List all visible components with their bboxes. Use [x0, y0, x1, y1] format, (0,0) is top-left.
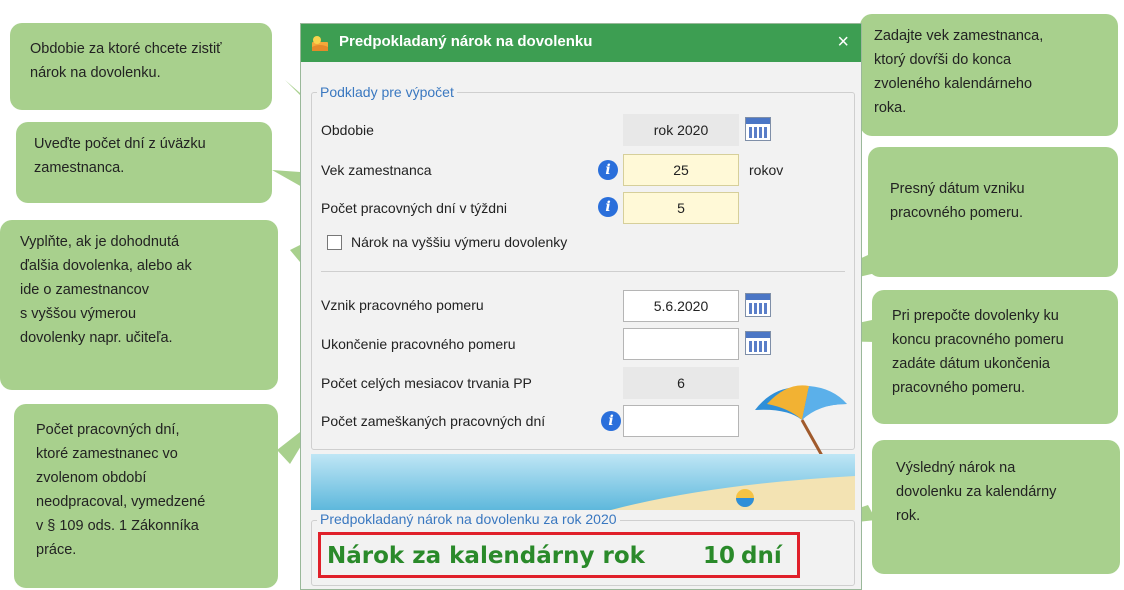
age-input[interactable]: 25 [623, 154, 739, 186]
callout-age-line: Zadajte vek zamestnanca, [874, 28, 1044, 44]
start-date-input[interactable]: 5.6.2020 [623, 290, 739, 322]
result-box: Nárok za kalendárny rok 10 dní [318, 532, 800, 578]
callout-age: Zadajte vek zamestnanca, ktorý dovŕši do… [860, 14, 1118, 136]
callout-higher-line: dovolenky napr. učiteľa. [20, 330, 173, 346]
callout-higher-line: s vyššou výmerou [20, 306, 137, 322]
callout-result-line: Výsledný nárok na [896, 460, 1016, 476]
callout-result-line: rok. [896, 508, 921, 524]
callout-missed-days: Počet pracovných dní, ktoré zamestnanec … [14, 404, 278, 588]
workdays-label: Počet pracovných dní v týždni [321, 200, 507, 216]
result-value: 10 [703, 543, 736, 569]
period-calendar-icon[interactable] [745, 117, 771, 141]
callout-missed-line: práce. [36, 542, 77, 558]
age-unit-label: rokov [749, 162, 784, 178]
result-group-legend: Predpokladaný nárok na dovolenku za rok … [317, 511, 620, 527]
callout-result: Výsledný nárok na dovolenku za kalendárn… [872, 440, 1120, 574]
vacation-dialog: Predpokladaný nárok na dovolenku × Podkl… [300, 23, 862, 590]
callout-missed-line: v § 109 ods. 1 Zákonníka [36, 518, 199, 534]
callout-end-line: koncu pracovného pomeru [892, 332, 1064, 348]
months-field: 6 [623, 367, 739, 399]
age-label: Vek zamestnanca [321, 162, 432, 178]
callout-higher-line: ďalšia dovolenka, alebo ak [20, 258, 192, 274]
period-label: Obdobie [321, 122, 374, 138]
callout-result-line: dovolenku za kalendárny [896, 484, 1057, 500]
callout-workload: Uveďte počet dní z úväzku zamestnanca. [16, 122, 272, 203]
beach-banner [311, 454, 855, 510]
period-field[interactable]: rok 2020 [623, 114, 739, 146]
callout-missed-line: Počet pracovných dní, [36, 422, 180, 438]
result-unit: dní [741, 543, 782, 569]
callout-missed-line: ktoré zamestnanec vo [36, 446, 178, 462]
workdays-info-icon[interactable]: i [598, 197, 618, 217]
callout-workload-text: Uveďte počet dní z úväzku zamestnanca. [34, 136, 206, 176]
callout-start-line: Presný dátum vzniku [890, 181, 1025, 197]
callout-period-text: Obdobie za ktoré chcete zistiť nárok na … [30, 41, 222, 81]
dialog-titlebar: Predpokladaný nárok na dovolenku × [301, 24, 861, 62]
callout-age-line: ktorý dovŕši do konca [874, 52, 1012, 68]
missed-days-input[interactable] [623, 405, 739, 437]
callout-missed-line: zvolenom období [36, 470, 147, 486]
basis-separator [321, 271, 845, 272]
end-date-calendar-icon[interactable] [745, 331, 771, 355]
months-label: Počet celých mesiacov trvania PP [321, 375, 532, 391]
callout-missed-line: neodpracoval, vymedzené [36, 494, 206, 510]
start-date-label: Vznik pracovného pomeru [321, 297, 484, 313]
end-date-input[interactable] [623, 328, 739, 360]
callout-higher-line: ide o zamestnancov [20, 282, 149, 298]
start-date-calendar-icon[interactable] [745, 293, 771, 317]
beach-app-icon [312, 36, 328, 51]
age-info-icon[interactable]: i [598, 160, 618, 180]
missed-days-info-icon[interactable]: i [601, 411, 621, 431]
close-button[interactable]: × [837, 31, 849, 54]
missed-days-label: Počet zameškaných pracovných dní [321, 413, 546, 429]
callout-end-line: Pri prepočte dovolenky ku [892, 308, 1059, 324]
end-date-label: Ukončenie pracovného pomeru [321, 336, 516, 352]
callout-start-date: Presný dátum vzniku pracovného pomeru. [868, 147, 1118, 277]
callout-end-line: zadáte dátum ukončenia [892, 356, 1050, 372]
callout-period: Obdobie za ktoré chcete zistiť nárok na … [10, 23, 272, 110]
callout-end-date: Pri prepočte dovolenky ku koncu pracovné… [872, 290, 1118, 424]
basis-group-legend: Podklady pre výpočet [317, 84, 457, 100]
callout-age-line: zvoleného kalendárneho [874, 76, 1033, 92]
callout-higher-line: Vyplňte, ak je dohodnutá [20, 234, 180, 250]
result-label: Nárok za kalendárny rok [327, 543, 645, 569]
higher-leave-checkbox[interactable] [327, 235, 342, 250]
callout-age-line: roka. [874, 100, 907, 116]
higher-leave-label: Nárok na vyššiu výmeru dovolenky [351, 234, 568, 250]
dialog-title: Predpokladaný nárok na dovolenku [339, 33, 593, 50]
callout-start-line: pracovného pomeru. [890, 205, 1023, 221]
callout-end-line: pracovného pomeru. [892, 380, 1025, 396]
workdays-input[interactable]: 5 [623, 192, 739, 224]
callout-higher-leave: Vyplňte, ak je dohodnutá ďalšia dovolenk… [0, 220, 278, 390]
